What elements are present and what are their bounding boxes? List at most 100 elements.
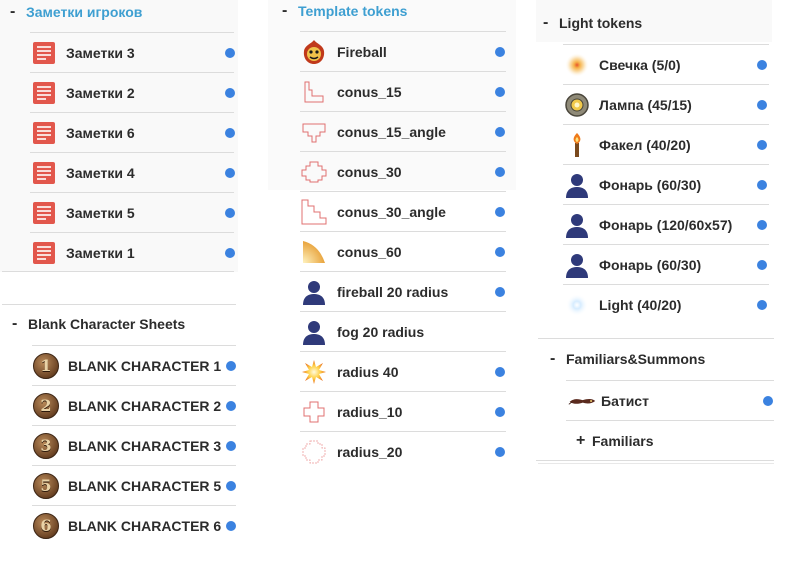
- bronze-number-coin-icon: 3: [32, 432, 60, 460]
- candle-glow-icon: [563, 51, 591, 79]
- light-tokens-header[interactable]: - Light tokens: [543, 14, 642, 32]
- status-dot: [495, 367, 505, 377]
- familiar-item-label: Батист: [601, 392, 649, 409]
- template-token-item-label: radius_10: [337, 403, 403, 420]
- familiar-item[interactable]: Батист: [566, 380, 774, 420]
- notes-icon: [30, 199, 58, 227]
- note-item-label: Заметки 4: [66, 164, 135, 181]
- light-tokens-bottom-divider: [538, 338, 774, 339]
- notes-icon: [30, 159, 58, 187]
- character-sheet-item[interactable]: 3 BLANK CHARACTER 3: [32, 425, 236, 465]
- status-dot: [757, 60, 767, 70]
- collapse-sign[interactable]: -: [550, 350, 566, 368]
- person-icon: [563, 211, 591, 239]
- status-dot: [225, 128, 235, 138]
- light-token-item-label: Лампа (45/15): [599, 96, 692, 113]
- lamp-icon: [563, 91, 591, 119]
- person-icon: [300, 318, 328, 346]
- light-token-item[interactable]: Лампа (45/15): [563, 84, 769, 124]
- blank-sheets-top-divider: [2, 304, 236, 305]
- template-token-item[interactable]: Fireball: [300, 31, 506, 71]
- bronze-number-coin-icon: 2: [32, 392, 60, 420]
- character-sheet-item[interactable]: 2 BLANK CHARACTER 2: [32, 385, 236, 425]
- notes-icon: [30, 79, 58, 107]
- torch-icon: [563, 131, 591, 159]
- template-token-item[interactable]: conus_30: [300, 151, 506, 191]
- light-glow-icon: [563, 291, 591, 319]
- template-token-item[interactable]: conus_15: [300, 71, 506, 111]
- familiars-subfolder[interactable]: + Familiars: [566, 420, 774, 460]
- note-item[interactable]: Заметки 4: [30, 152, 235, 192]
- status-dot: [225, 168, 235, 178]
- player-notes-bottom-divider: [2, 271, 234, 272]
- status-dot: [226, 481, 236, 491]
- status-dot: [757, 100, 767, 110]
- light-token-item[interactable]: Фонарь (60/30): [563, 244, 769, 284]
- status-dot: [495, 87, 505, 97]
- player-notes-header[interactable]: - Заметки игроков: [10, 3, 142, 21]
- note-item[interactable]: Заметки 2: [30, 72, 235, 112]
- light-token-item[interactable]: Фонарь (60/30): [563, 164, 769, 204]
- template-token-item[interactable]: fog 20 radius: [300, 311, 506, 351]
- template-token-item[interactable]: conus_60: [300, 231, 506, 271]
- character-sheet-item[interactable]: 5 BLANK CHARACTER 5: [32, 465, 236, 505]
- template-token-item-label: radius 40: [337, 363, 399, 380]
- conus-60-icon: [300, 238, 328, 266]
- fireball-icon: [300, 38, 328, 66]
- status-dot: [757, 300, 767, 310]
- character-sheet-item[interactable]: 6 BLANK CHARACTER 6: [32, 505, 236, 545]
- status-dot: [226, 361, 236, 371]
- template-tokens-title: Template tokens: [298, 3, 408, 19]
- familiars-header[interactable]: - Familiars&Summons: [550, 350, 705, 368]
- template-token-item[interactable]: radius_10: [300, 391, 506, 431]
- notes-icon: [30, 39, 58, 67]
- status-dot: [226, 401, 236, 411]
- note-item[interactable]: Заметки 3: [30, 32, 235, 72]
- status-dot: [763, 396, 773, 406]
- light-token-item-label: Light (40/20): [599, 296, 682, 313]
- person-icon: [300, 278, 328, 306]
- light-token-item[interactable]: Фонарь (120/60x57): [563, 204, 769, 244]
- note-item[interactable]: Заметки 6: [30, 112, 235, 152]
- status-dot: [495, 447, 505, 457]
- collapse-sign[interactable]: -: [12, 315, 28, 333]
- bronze-number-coin-icon: 6: [32, 512, 60, 540]
- collapse-sign[interactable]: -: [10, 3, 26, 21]
- template-token-item-label: fireball 20 radius: [337, 283, 449, 300]
- expand-sign[interactable]: +: [576, 432, 592, 450]
- character-sheet-item[interactable]: 1 BLANK CHARACTER 1: [32, 345, 236, 385]
- note-item[interactable]: Заметки 1: [30, 232, 235, 272]
- coin-number: 5: [40, 476, 52, 495]
- blank-sheets-header[interactable]: - Blank Character Sheets: [12, 315, 185, 333]
- status-dot: [495, 207, 505, 217]
- light-token-item[interactable]: Свечка (5/0): [563, 44, 769, 84]
- template-token-item[interactable]: conus_30_angle: [300, 191, 506, 231]
- status-dot: [757, 180, 767, 190]
- radius-20-icon: [300, 438, 328, 466]
- status-dot: [495, 47, 505, 57]
- collapse-sign[interactable]: -: [282, 2, 298, 20]
- template-token-item[interactable]: fireball 20 radius: [300, 271, 506, 311]
- light-token-item[interactable]: Факел (40/20): [563, 124, 769, 164]
- template-token-item-label: fog 20 radius: [337, 323, 425, 340]
- light-token-item-label: Фонарь (120/60x57): [599, 216, 733, 233]
- character-sheet-item-label: BLANK CHARACTER 2: [68, 397, 222, 414]
- collapse-sign[interactable]: -: [543, 14, 559, 32]
- person-icon: [563, 251, 591, 279]
- template-token-item[interactable]: conus_15_angle: [300, 111, 506, 151]
- status-dot: [225, 48, 235, 58]
- template-token-item-label: Fireball: [337, 43, 387, 60]
- burst-icon: [300, 358, 328, 386]
- template-token-item[interactable]: radius 40: [300, 351, 506, 391]
- light-token-item-label: Факел (40/20): [599, 136, 691, 153]
- note-item-label: Заметки 2: [66, 84, 135, 101]
- note-item[interactable]: Заметки 5: [30, 192, 235, 232]
- template-token-item-label: radius_20: [337, 443, 403, 460]
- blank-sheets-title: Blank Character Sheets: [28, 316, 186, 332]
- familiars-bottom-divider: [536, 460, 774, 461]
- status-dot: [495, 127, 505, 137]
- light-token-item[interactable]: Light (40/20): [563, 284, 769, 324]
- template-token-item[interactable]: radius_20: [300, 431, 506, 471]
- coin-number: 1: [40, 356, 52, 375]
- template-tokens-header[interactable]: - Template tokens: [282, 2, 407, 20]
